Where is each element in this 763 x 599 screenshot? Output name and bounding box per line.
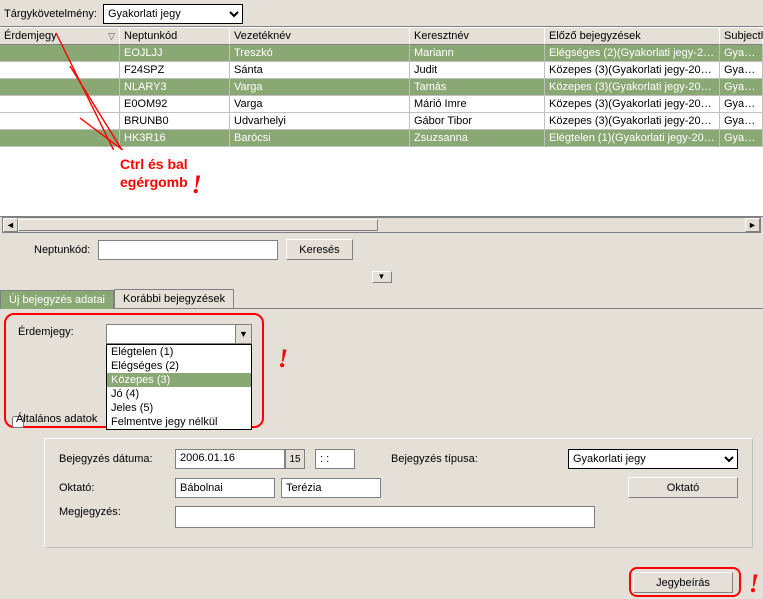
cell: Közepes (3)(Gyakorlati jegy-2006.01 <box>545 79 720 96</box>
cell: Udvarhelyi <box>230 113 410 130</box>
grid-horizontal-scrollbar[interactable]: ◄ ► <box>2 217 761 233</box>
chevron-down-icon[interactable]: ▼ <box>235 325 251 343</box>
cell: BRUNB0 <box>120 113 230 130</box>
note-label: Megjegyzés: <box>59 506 169 518</box>
grade-option[interactable]: Elégtelen (1) <box>107 345 251 359</box>
note-textarea[interactable] <box>175 506 595 528</box>
search-button[interactable]: Keresés <box>286 239 352 260</box>
cell <box>0 45 120 62</box>
requirement-row: Tárgykövetelmény: Gyakorlati jegy <box>0 0 763 26</box>
cell: Tamás <box>410 79 545 96</box>
col-subject[interactable]: Subjecth <box>720 27 763 45</box>
grid-header: Érdemjegy▽ Neptunkód Vezetéknév Keresztn… <box>0 27 763 45</box>
cell: Gyakorl <box>720 45 763 62</box>
requirement-label: Tárgykövetelmény: <box>4 8 97 20</box>
grade-dropdown-list[interactable]: Elégtelen (1)Elégséges (2)Közepes (3)Jó … <box>106 344 252 430</box>
table-row[interactable]: F24SPZSántaJuditKözepes (3)(Gyakorlati j… <box>0 62 763 79</box>
search-label: Neptunkód: <box>34 244 90 256</box>
cell <box>0 113 120 130</box>
col-erdemjegy[interactable]: Érdemjegy▽ <box>0 27 120 45</box>
instructor-firstname-input[interactable] <box>175 478 275 498</box>
splitter-toggle: ▼ <box>0 270 763 283</box>
cell: NLARY3 <box>120 79 230 96</box>
grade-label: Érdemjegy: <box>18 326 74 338</box>
grade-option[interactable]: Elégséges (2) <box>107 359 251 373</box>
general-data-label: Általános adatok <box>16 413 97 425</box>
cell: Közepes (3)(Gyakorlati jegy-2006.01 <box>545 62 720 79</box>
tab-new-entry[interactable]: Új bejegyzés adatai <box>0 290 114 309</box>
annotation-text: Ctrl és balegérgomb ! <box>112 150 198 195</box>
sort-indicator-icon: ▽ <box>108 31 115 42</box>
cell <box>0 96 120 113</box>
table-row[interactable]: NLARY3VargaTamásKözepes (3)(Gyakorlati j… <box>0 79 763 96</box>
cell: Gyakorl <box>720 96 763 113</box>
calendar-icon[interactable]: 15 <box>285 449 305 469</box>
tabs-row: Új bejegyzés adatai Korábbi bejegyzések <box>0 289 763 308</box>
splitter-button[interactable]: ▼ <box>372 271 392 283</box>
table-row[interactable]: BRUNB0UdvarhelyiGábor TiborKözepes (3)(G… <box>0 113 763 130</box>
cell <box>0 62 120 79</box>
exclamation-icon: ! <box>749 569 759 599</box>
cell: Elégséges (2)(Gyakorlati jegy-2006.0 <box>545 45 720 62</box>
cell: Treszkó <box>230 45 410 62</box>
table-row[interactable]: HK3R16BarócsiZsuzsannaElégtelen (1)(Gyak… <box>0 130 763 147</box>
grade-option[interactable]: Jeles (5) <box>107 401 251 415</box>
entry-panel: Bejegyzés dátuma: 2006.01.16 15 Bejegyzé… <box>44 438 753 548</box>
cell: Zsuzsanna <box>410 130 545 147</box>
cell: Sánta <box>230 62 410 79</box>
grade-dropdown[interactable]: ▼ Elégtelen (1)Elégséges (2)Közepes (3)J… <box>106 324 252 430</box>
cell: E0OM92 <box>120 96 230 113</box>
scroll-right-button[interactable]: ► <box>745 218 760 232</box>
cell: Mariann <box>410 45 545 62</box>
entry-date-value[interactable]: 2006.01.16 <box>175 449 285 469</box>
requirement-select[interactable]: Gyakorlati jegy <box>103 4 243 24</box>
entry-time-field[interactable] <box>315 449 355 469</box>
cell: F24SPZ <box>120 62 230 79</box>
app-root: Tárgykövetelmény: Gyakorlati jegy Érdemj… <box>0 0 763 599</box>
table-row[interactable]: EOJLJJTreszkóMariannElégséges (2)(Gyakor… <box>0 45 763 62</box>
entry-date-field[interactable]: 2006.01.16 15 <box>175 449 305 469</box>
entry-type-label: Bejegyzés típusa: <box>391 453 511 465</box>
cell: Gábor Tibor <box>410 113 545 130</box>
grade-option[interactable]: Közepes (3) <box>107 373 251 387</box>
cell <box>0 79 120 96</box>
col-neptunkod[interactable]: Neptunkód <box>120 27 230 45</box>
entry-type-select[interactable]: Gyakorlati jegy <box>568 449 738 469</box>
cell: Elégtelen (1)(Gyakorlati jegy-2005.1 <box>545 130 720 147</box>
cell: Közepes (3)(Gyakorlati jegy-2005.12 <box>545 96 720 113</box>
entry-date-label: Bejegyzés dátuma: <box>59 453 169 465</box>
grade-option[interactable]: Jó (4) <box>107 387 251 401</box>
tab-previous-entries[interactable]: Korábbi bejegyzések <box>114 289 234 308</box>
highlight-submit-button <box>629 567 741 597</box>
search-row: Neptunkód: Keresés <box>0 233 763 266</box>
cell: HK3R16 <box>120 130 230 147</box>
scroll-thumb[interactable] <box>18 219 378 231</box>
cell: Gyakorl <box>720 130 763 147</box>
search-input[interactable] <box>98 240 278 260</box>
instructor-picker-button[interactable]: Oktató <box>628 477 738 498</box>
exclamation-icon: ! <box>278 344 288 374</box>
col-keresztnev[interactable]: Keresztnév <box>410 27 545 45</box>
cell: EOJLJJ <box>120 45 230 62</box>
scroll-left-button[interactable]: ◄ <box>3 218 18 232</box>
cell: Gyakorl <box>720 62 763 79</box>
cell: Gyakorl <box>720 113 763 130</box>
cell: Barócsi <box>230 130 410 147</box>
col-elozo[interactable]: Előző bejegyzések <box>545 27 720 45</box>
table-row[interactable]: E0OM92VargaMárió ImreKözepes (3)(Gyakorl… <box>0 96 763 113</box>
cell: Márió Imre <box>410 96 545 113</box>
col-vezeteknev[interactable]: Vezetéknév <box>230 27 410 45</box>
cell: Közepes (3)(Gyakorlati jegy-2005.12 <box>545 113 720 130</box>
scroll-track[interactable] <box>18 218 745 232</box>
cell: Gyakorl <box>720 79 763 96</box>
cell: Judit <box>410 62 545 79</box>
grade-option[interactable]: Felmentve jegy nélkül <box>107 415 251 429</box>
exclamation-icon: ! <box>192 169 202 202</box>
instructor-label: Oktató: <box>59 482 169 494</box>
cell: Varga <box>230 79 410 96</box>
cell: Varga <box>230 96 410 113</box>
cell <box>0 130 120 147</box>
instructor-lastname-input[interactable] <box>281 478 381 498</box>
